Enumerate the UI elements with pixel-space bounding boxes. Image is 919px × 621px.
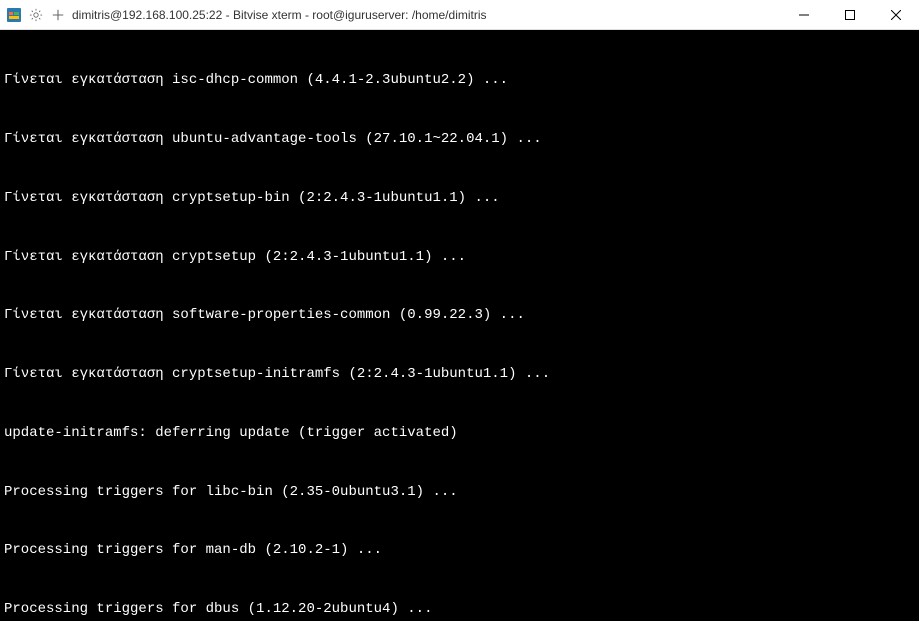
close-button[interactable] [873,0,919,29]
window-title: dimitris@192.168.100.25:22 - Bitvise xte… [72,8,781,22]
terminal-line: Γίνεται εγκατάσταση cryptsetup (2:2.4.3-… [4,248,915,268]
terminal-line: Γίνεται εγκατάσταση isc-dhcp-common (4.4… [4,71,915,91]
terminal-output[interactable]: Γίνεται εγκατάσταση isc-dhcp-common (4.4… [0,30,919,621]
gear-icon[interactable] [28,7,44,23]
terminal-line: Processing triggers for libc-bin (2.35-0… [4,483,915,503]
titlebar-icons [6,7,66,23]
titlebar: dimitris@192.168.100.25:22 - Bitvise xte… [0,0,919,30]
terminal-line: Γίνεται εγκατάσταση ubuntu-advantage-too… [4,130,915,150]
maximize-button[interactable] [827,0,873,29]
terminal-line: Processing triggers for dbus (1.12.20-2u… [4,600,915,620]
terminal-line: Processing triggers for man-db (2.10.2-1… [4,541,915,561]
window-controls [781,0,919,29]
app-icon [6,7,22,23]
terminal-line: Γίνεται εγκατάσταση cryptsetup-initramfs… [4,365,915,385]
plus-icon[interactable] [50,7,66,23]
terminal-line: Γίνεται εγκατάσταση cryptsetup-bin (2:2.… [4,189,915,209]
terminal-line: update-initramfs: deferring update (trig… [4,424,915,444]
terminal-line: Γίνεται εγκατάσταση software-properties-… [4,306,915,326]
minimize-button[interactable] [781,0,827,29]
